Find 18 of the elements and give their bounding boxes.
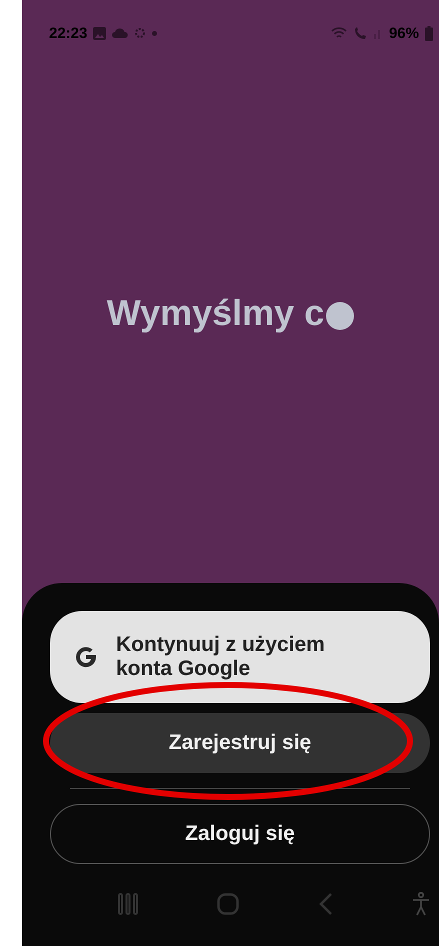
- back-icon: [318, 893, 333, 915]
- google-icon: [74, 644, 98, 670]
- register-button[interactable]: Zarejestruj się: [50, 713, 430, 773]
- battery-percentage: 96%: [388, 24, 419, 42]
- loading-dot-icon: [326, 302, 354, 330]
- cloud-icon: [112, 28, 128, 38]
- recent-apps-icon: [118, 893, 138, 915]
- wifi-icon: [330, 26, 347, 40]
- notification-dot-icon: [152, 30, 158, 36]
- status-time: 22:23: [49, 24, 88, 42]
- google-sign-in-button[interactable]: Kontynuuj z użyciem konta Google: [50, 611, 430, 703]
- image-icon: [93, 26, 106, 40]
- home-icon: [217, 893, 240, 915]
- call-icon: [352, 26, 367, 40]
- accessibility-icon: [412, 892, 430, 916]
- battery-icon: [425, 26, 433, 40]
- login-button[interactable]: Zaloguj się: [50, 804, 430, 864]
- app-title: Wymyślmy c: [106, 292, 324, 334]
